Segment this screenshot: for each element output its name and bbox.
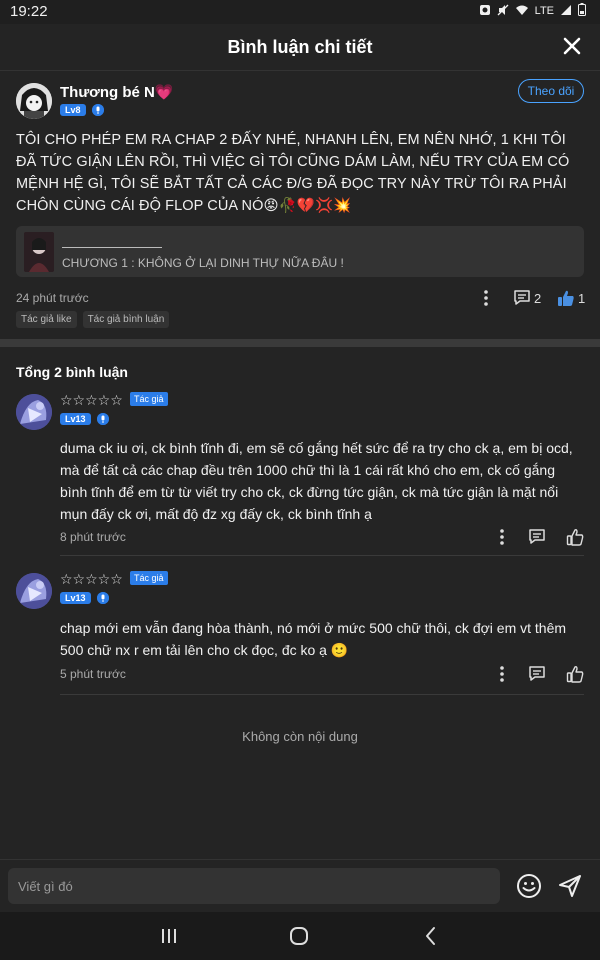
reply-icon[interactable] xyxy=(528,665,546,683)
comment-time: 5 phút trước xyxy=(60,667,126,681)
rating-stars: ☆☆☆☆☆ xyxy=(60,571,123,587)
comment-input[interactable] xyxy=(8,868,500,904)
more-options-icon[interactable] xyxy=(496,665,508,683)
emoji-icon[interactable] xyxy=(516,873,542,899)
verified-icon xyxy=(96,592,109,604)
chapter-divider xyxy=(62,247,162,248)
author-emoji: 💗 xyxy=(154,84,174,101)
follow-button[interactable]: Theo dõi xyxy=(518,79,584,103)
back-icon[interactable] xyxy=(420,925,442,947)
comment-time: 8 phút trước xyxy=(60,530,126,544)
mute-icon xyxy=(497,4,509,19)
like-count: 1 xyxy=(578,290,586,306)
send-icon[interactable] xyxy=(557,873,583,899)
rating-stars: ☆☆☆☆☆ xyxy=(60,392,123,408)
comment-meta: 8 phút trước xyxy=(60,528,584,548)
level-badge: Lv13 xyxy=(60,413,91,425)
reply-icon[interactable] xyxy=(528,528,546,546)
close-icon[interactable] xyxy=(560,34,584,58)
author-name: Thương bé N xyxy=(60,84,155,101)
verified-icon xyxy=(96,413,109,425)
comment-divider xyxy=(60,694,584,695)
verified-icon xyxy=(91,104,104,116)
post-meta: 24 phút trước 2 1 xyxy=(16,289,585,309)
comment-meta: 5 phút trước xyxy=(60,665,584,685)
home-icon[interactable] xyxy=(288,925,310,947)
post-tags: Tác giả like Tác giả bình luận xyxy=(16,311,170,328)
post-author[interactable]: Thương bé N💗 xyxy=(60,83,174,101)
battery-icon xyxy=(578,3,586,19)
page-title: Bình luận chi tiết xyxy=(227,37,373,57)
wifi-icon xyxy=(515,4,529,19)
author-tag: Tác giả xyxy=(130,571,168,585)
comment-actions xyxy=(496,665,584,683)
avatar[interactable] xyxy=(16,573,52,609)
comments-total: Tổng 2 bình luận xyxy=(16,364,128,380)
level-badge: Lv8 xyxy=(60,104,86,116)
signal-icon xyxy=(560,4,572,19)
thumbs-up-icon[interactable] xyxy=(566,665,584,683)
comment-actions xyxy=(496,528,584,546)
avatar[interactable] xyxy=(16,394,52,430)
no-more-content: Không còn nội dung xyxy=(242,729,358,744)
thumbs-up-icon[interactable] xyxy=(566,528,584,546)
status-time: 19:22 xyxy=(10,3,48,20)
more-options-icon[interactable] xyxy=(480,289,492,307)
avatar[interactable] xyxy=(16,83,52,119)
comment-body: chap mới em vẫn đang hòa thành, nó mới ở… xyxy=(60,620,567,658)
author-tag: Tác giả xyxy=(130,392,168,406)
section-divider xyxy=(0,339,600,347)
chapter-card[interactable]: CHƯƠNG 1 : KHÔNG Ở LẠI DINH THỰ NỮA ĐÂU … xyxy=(16,226,584,277)
comment-count: 2 xyxy=(534,290,542,306)
system-nav-bar xyxy=(0,912,600,960)
comment-divider xyxy=(60,555,584,556)
comment-body: duma ck iu ơi, ck bình tĩnh đi, em sẽ cố… xyxy=(60,440,573,522)
chapter-thumbnail xyxy=(24,232,54,272)
level-badge: Lv13 xyxy=(60,592,91,604)
status-bar: 19:22 LTE xyxy=(0,0,600,24)
tag-author-liked: Tác giả like xyxy=(16,311,77,328)
thumbs-up-icon xyxy=(558,290,574,306)
recent-apps-icon[interactable] xyxy=(160,927,178,945)
post-time: 24 phút trước xyxy=(16,291,89,305)
tag-author-commented: Tác giả bình luận xyxy=(82,311,170,328)
comment-count-button[interactable]: 2 xyxy=(513,289,541,307)
comment-composer xyxy=(0,859,600,912)
like-button[interactable]: 1 xyxy=(557,289,585,307)
chapter-title: CHƯƠNG 1 : KHÔNG Ở LẠI DINH THỰ NỮA ĐÂU … xyxy=(62,256,344,270)
comment-badges: Lv13 xyxy=(60,592,109,604)
header: Bình luận chi tiết xyxy=(0,24,600,71)
status-icons: LTE xyxy=(479,3,586,19)
author-badges: Lv8 xyxy=(60,104,104,116)
comment-icon xyxy=(514,290,530,305)
more-options-icon[interactable] xyxy=(496,528,508,546)
comment-badges: Lv13 xyxy=(60,413,109,425)
post-content: TÔI CHO PHÉP EM RA CHAP 2 ĐẤY NHÉ, NHANH… xyxy=(16,132,570,214)
notification-icon xyxy=(479,4,491,19)
network-label: LTE xyxy=(534,5,554,17)
